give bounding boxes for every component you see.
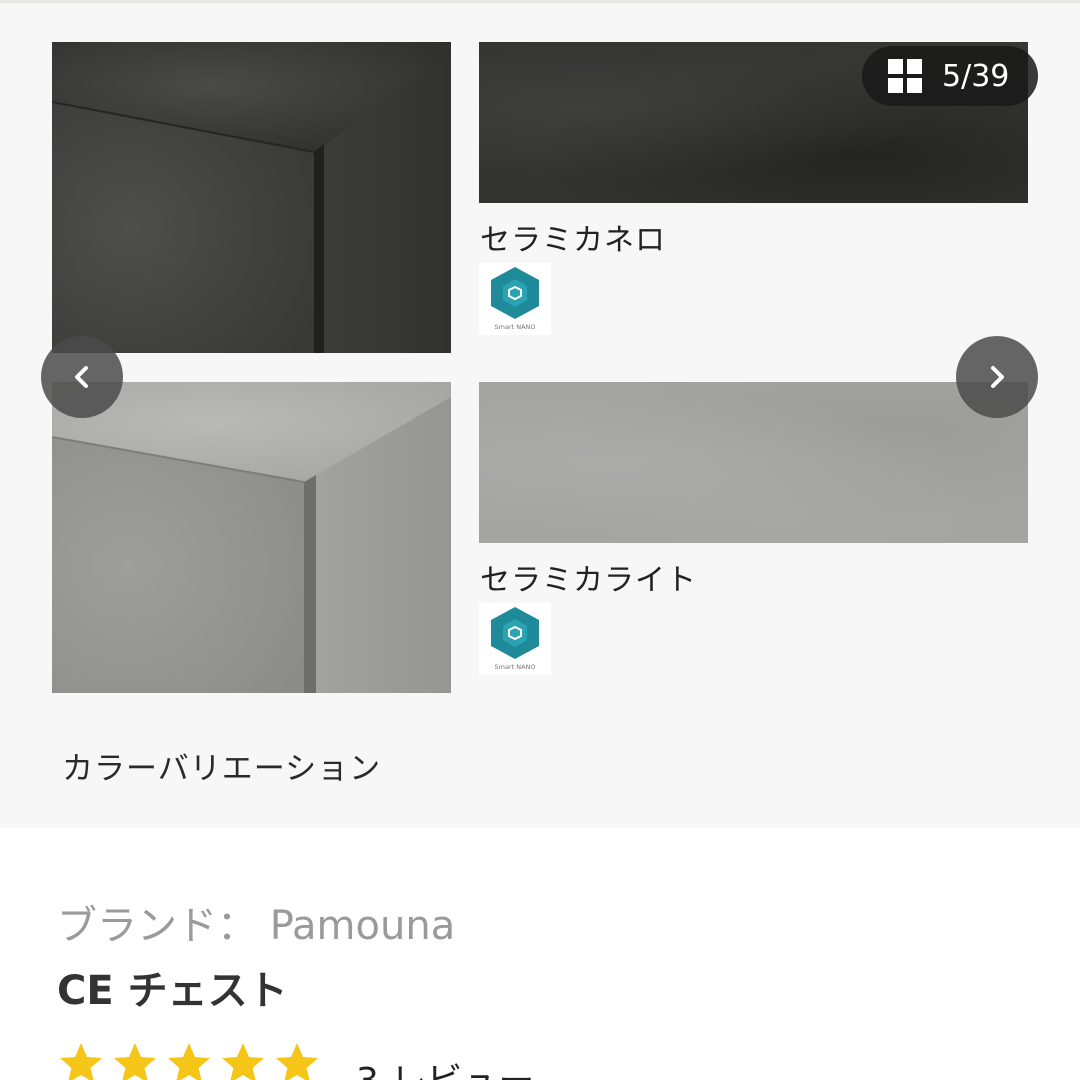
cabinet-photo-light[interactable] bbox=[52, 382, 451, 693]
brand-label[interactable]: ブランド： Pamouna bbox=[57, 893, 455, 951]
badge-text: Smart NANO bbox=[494, 663, 535, 671]
gallery-caption: カラーバリエーション bbox=[62, 751, 382, 787]
prev-image-button[interactable] bbox=[41, 336, 123, 418]
smart-nano-badge: Smart NANO bbox=[479, 603, 551, 675]
review-count-link[interactable]: 3 レビュー bbox=[356, 1052, 534, 1080]
product-page: セラミカネロ Smart NANO セラミカライト Smart NANO 5/3… bbox=[0, 0, 1080, 1080]
next-image-button[interactable] bbox=[956, 336, 1038, 418]
counter-text: 5/39 bbox=[942, 58, 1010, 94]
swatch-label: セラミカネロ bbox=[480, 223, 666, 258]
badge-text: Smart NANO bbox=[494, 323, 535, 331]
star-icon bbox=[114, 1043, 156, 1080]
image-gallery: セラミカネロ Smart NANO セラミカライト Smart NANO 5/3… bbox=[0, 0, 1080, 828]
chevron-right-icon bbox=[991, 366, 1004, 388]
swatch-label: セラミカライト bbox=[480, 563, 697, 598]
image-counter[interactable]: 5/39 bbox=[862, 46, 1038, 106]
smart-nano-badge: Smart NANO bbox=[479, 263, 551, 335]
star-icon bbox=[60, 1043, 102, 1080]
rating-stars[interactable] bbox=[57, 1040, 321, 1080]
grid-icon bbox=[888, 59, 922, 93]
chevron-left-icon bbox=[75, 366, 88, 388]
swatch-ceramica-light[interactable] bbox=[479, 382, 1028, 543]
product-title: CE チェスト bbox=[57, 968, 288, 1014]
cabinet-photo-dark[interactable] bbox=[52, 42, 451, 353]
star-icon bbox=[168, 1043, 210, 1080]
star-icon bbox=[276, 1043, 318, 1080]
star-icon bbox=[222, 1043, 264, 1080]
